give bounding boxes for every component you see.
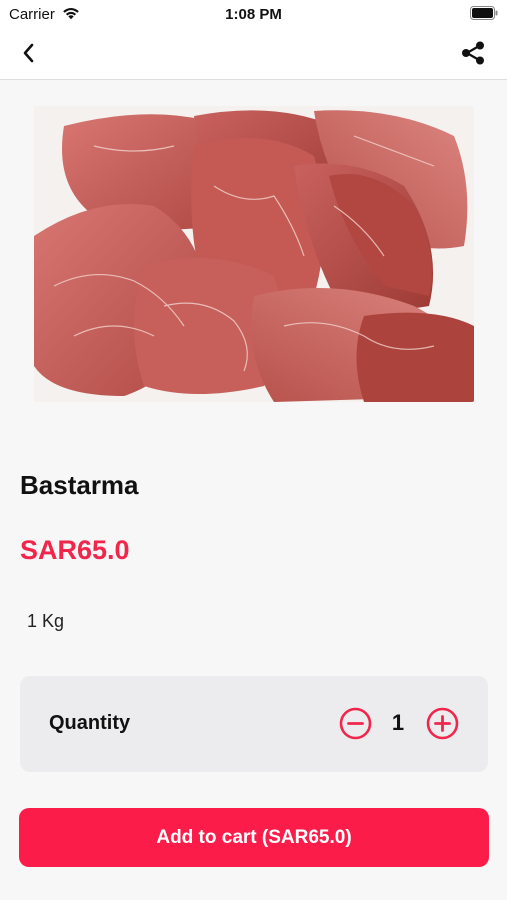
decrease-quantity-button[interactable]: [339, 707, 372, 740]
minus-circle-icon: [339, 707, 372, 740]
product-image: [34, 106, 474, 402]
product-price: SAR65.0: [20, 535, 130, 565]
quantity-card: Quantity 1: [20, 676, 488, 772]
add-to-cart-button[interactable]: Add to cart (SAR65.0): [19, 808, 489, 867]
status-bar: Carrier 1:08 PM: [0, 0, 507, 28]
quantity-label: Quantity: [49, 712, 131, 734]
status-time: 1:08 PM: [225, 6, 282, 23]
increase-quantity-button[interactable]: [426, 707, 459, 740]
product-size: 1 Kg: [27, 611, 65, 631]
quantity-value: 1: [391, 710, 405, 735]
chevron-left-icon: [23, 43, 34, 63]
battery-icon: [470, 6, 498, 20]
meat-slices-illustration: [34, 106, 474, 402]
share-button[interactable]: [459, 39, 487, 67]
plus-circle-icon: [426, 707, 459, 740]
product-name: Bastarma: [20, 470, 139, 500]
share-icon: [462, 41, 484, 65]
nav-bar: [0, 28, 507, 80]
back-button[interactable]: [16, 40, 42, 66]
